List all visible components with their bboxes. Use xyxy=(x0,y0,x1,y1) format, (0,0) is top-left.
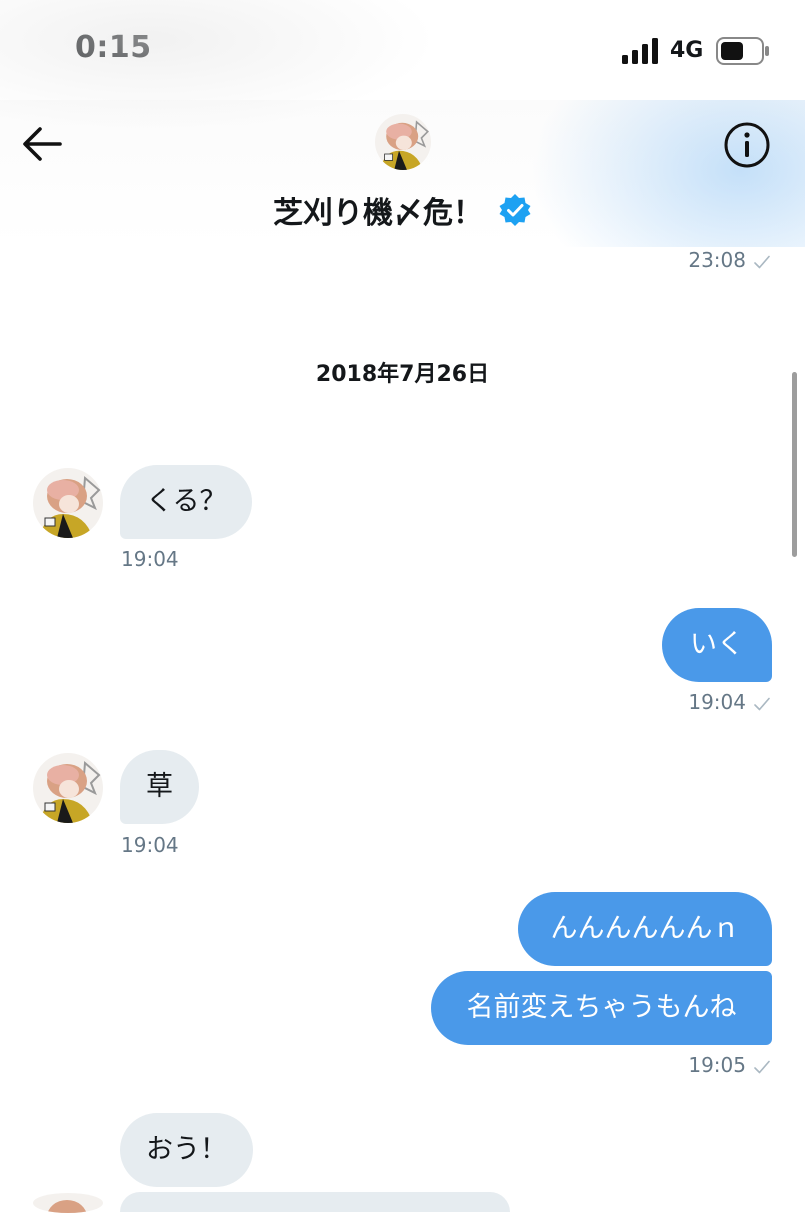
timestamp-text: 23:08 xyxy=(688,248,746,272)
scrollbar[interactable] xyxy=(792,372,797,557)
check-icon xyxy=(754,1060,770,1073)
message-bubble-received[interactable]: 草 xyxy=(120,750,199,824)
message-bubble-sent[interactable]: 名前変えちゃうもんね xyxy=(431,971,772,1045)
timestamp-text: 19:04 xyxy=(688,690,746,714)
status-time: 0:15 xyxy=(75,30,152,65)
contact-name[interactable]: 芝刈り機〆危！ xyxy=(273,196,483,231)
message-bubble-sent[interactable]: んんんんんんｎ xyxy=(518,892,772,966)
network-label: 4G xyxy=(670,38,704,63)
verified-badge-icon xyxy=(499,194,531,226)
message-timestamp: 19:04 xyxy=(121,833,179,857)
message-bubble-received[interactable]: おう！ xyxy=(120,1113,253,1187)
date-divider: 2018年7月26日 xyxy=(315,362,490,387)
back-arrow-icon[interactable] xyxy=(18,122,66,166)
avatar-image xyxy=(33,1193,103,1213)
message-bubble-received-partial[interactable] xyxy=(120,1192,510,1212)
sender-avatar[interactable] xyxy=(33,753,103,823)
timestamp-text: 19:05 xyxy=(688,1053,746,1077)
check-icon xyxy=(754,255,770,268)
avatar-image xyxy=(375,114,431,170)
sender-avatar[interactable] xyxy=(33,468,103,538)
info-icon[interactable] xyxy=(722,120,772,170)
message-bubble-received[interactable]: くる？ xyxy=(120,465,253,539)
signal-icon xyxy=(622,38,658,64)
message-timestamp: 19:04 xyxy=(121,547,179,571)
message-bubble-sent[interactable]: いく xyxy=(662,608,772,682)
status-bar: 0:15 4G xyxy=(0,0,805,100)
battery-icon xyxy=(716,37,769,65)
message-timestamp: 23:08 xyxy=(600,248,770,272)
conversation-header: 芝刈り機〆危！ xyxy=(0,0,805,247)
header-avatar[interactable] xyxy=(375,114,431,170)
header-title-row: 芝刈り機〆危！ xyxy=(0,188,805,232)
avatar-image xyxy=(33,753,103,823)
sender-avatar[interactable] xyxy=(33,1193,103,1213)
message-timestamp: 19:05 xyxy=(600,1053,770,1077)
message-timestamp: 19:04 xyxy=(600,690,770,714)
avatar-image xyxy=(33,468,103,538)
check-icon xyxy=(754,697,770,710)
